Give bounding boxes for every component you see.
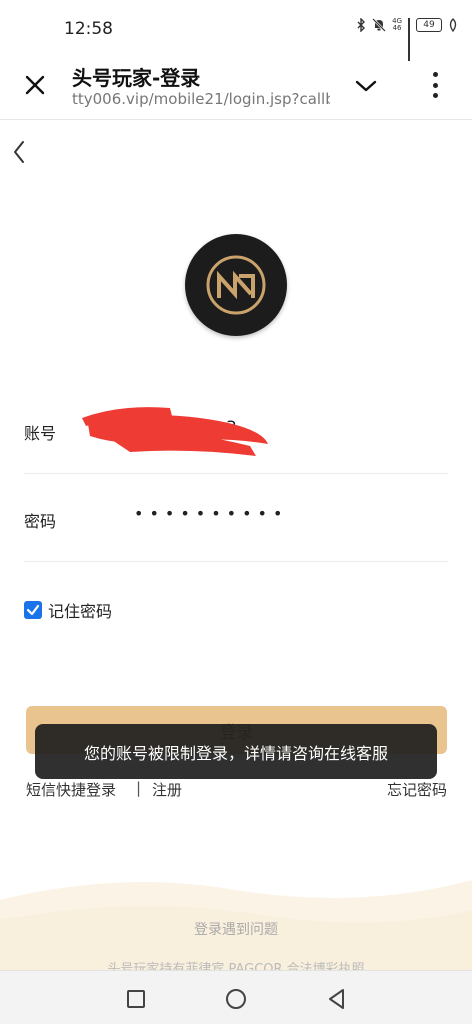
password-field-row: 密码 •••••••••• <box>24 474 448 562</box>
back-triangle-icon[interactable] <box>325 987 349 1011</box>
toast-text: 您的账号被限制登录，详情请咨询在线客服 <box>83 743 388 763</box>
home-icon[interactable] <box>224 987 248 1011</box>
page-url[interactable]: tty006.vip/mobile21/login.jsp?callb <box>72 90 330 108</box>
network-type: 4G 46 <box>392 17 402 32</box>
bluetooth-icon <box>357 18 366 32</box>
login-links: 短信快捷登录 | 注册 忘记密码 <box>26 779 447 801</box>
link-separator: | <box>136 779 142 797</box>
status-icons: 4G 46 49 <box>356 17 458 61</box>
status-time: 12:58 <box>64 19 113 39</box>
remember-checkbox[interactable] <box>24 601 42 619</box>
password-label: 密码 <box>24 512 57 531</box>
brand-logo-mark <box>206 255 266 315</box>
sms-login-link[interactable]: 短信快捷登录 <box>26 779 116 800</box>
redaction-scribble <box>82 407 268 456</box>
remember-password[interactable]: 记住密码 <box>24 598 112 622</box>
back-arrow-icon[interactable] <box>8 138 32 166</box>
footer-decoration <box>0 880 472 970</box>
account-label: 账号 <box>24 424 57 443</box>
close-icon[interactable] <box>22 72 48 98</box>
login-help-link[interactable]: 登录遇到问题 <box>0 919 472 939</box>
register-link[interactable]: 注册 <box>152 779 182 800</box>
page-title: 头号玩家-登录 <box>72 66 201 90</box>
status-bar: 12:58 4G 46 49 <box>0 0 472 61</box>
battery-icon: 49 <box>416 18 442 32</box>
account-field-row: 账号 3 <box>24 386 448 474</box>
battery-level: 49 <box>423 20 435 30</box>
system-nav-bar <box>0 970 472 1024</box>
chevron-down-icon[interactable] <box>354 74 378 98</box>
browser-header: 头号玩家-登录 tty006.vip/mobile21/login.jsp?ca… <box>0 52 472 120</box>
mute-bell-icon <box>372 18 386 32</box>
forgot-password-link[interactable]: 忘记密码 <box>387 779 447 800</box>
brand-logo <box>185 234 287 336</box>
more-vertical-icon[interactable] <box>428 70 442 100</box>
password-input[interactable]: •••••••••• <box>134 504 288 523</box>
signal-icon <box>408 18 410 61</box>
toast-message: 您的账号被限制登录，详情请咨询在线客服 <box>35 724 437 779</box>
remember-label: 记住密码 <box>48 602 113 621</box>
leaf-icon <box>449 18 457 32</box>
login-page: 12:58 4G 46 49 头号玩家-登录 tty006.vip/mobile… <box>0 0 472 1024</box>
checkmark-icon <box>26 604 40 616</box>
recent-apps-icon[interactable] <box>124 987 148 1011</box>
